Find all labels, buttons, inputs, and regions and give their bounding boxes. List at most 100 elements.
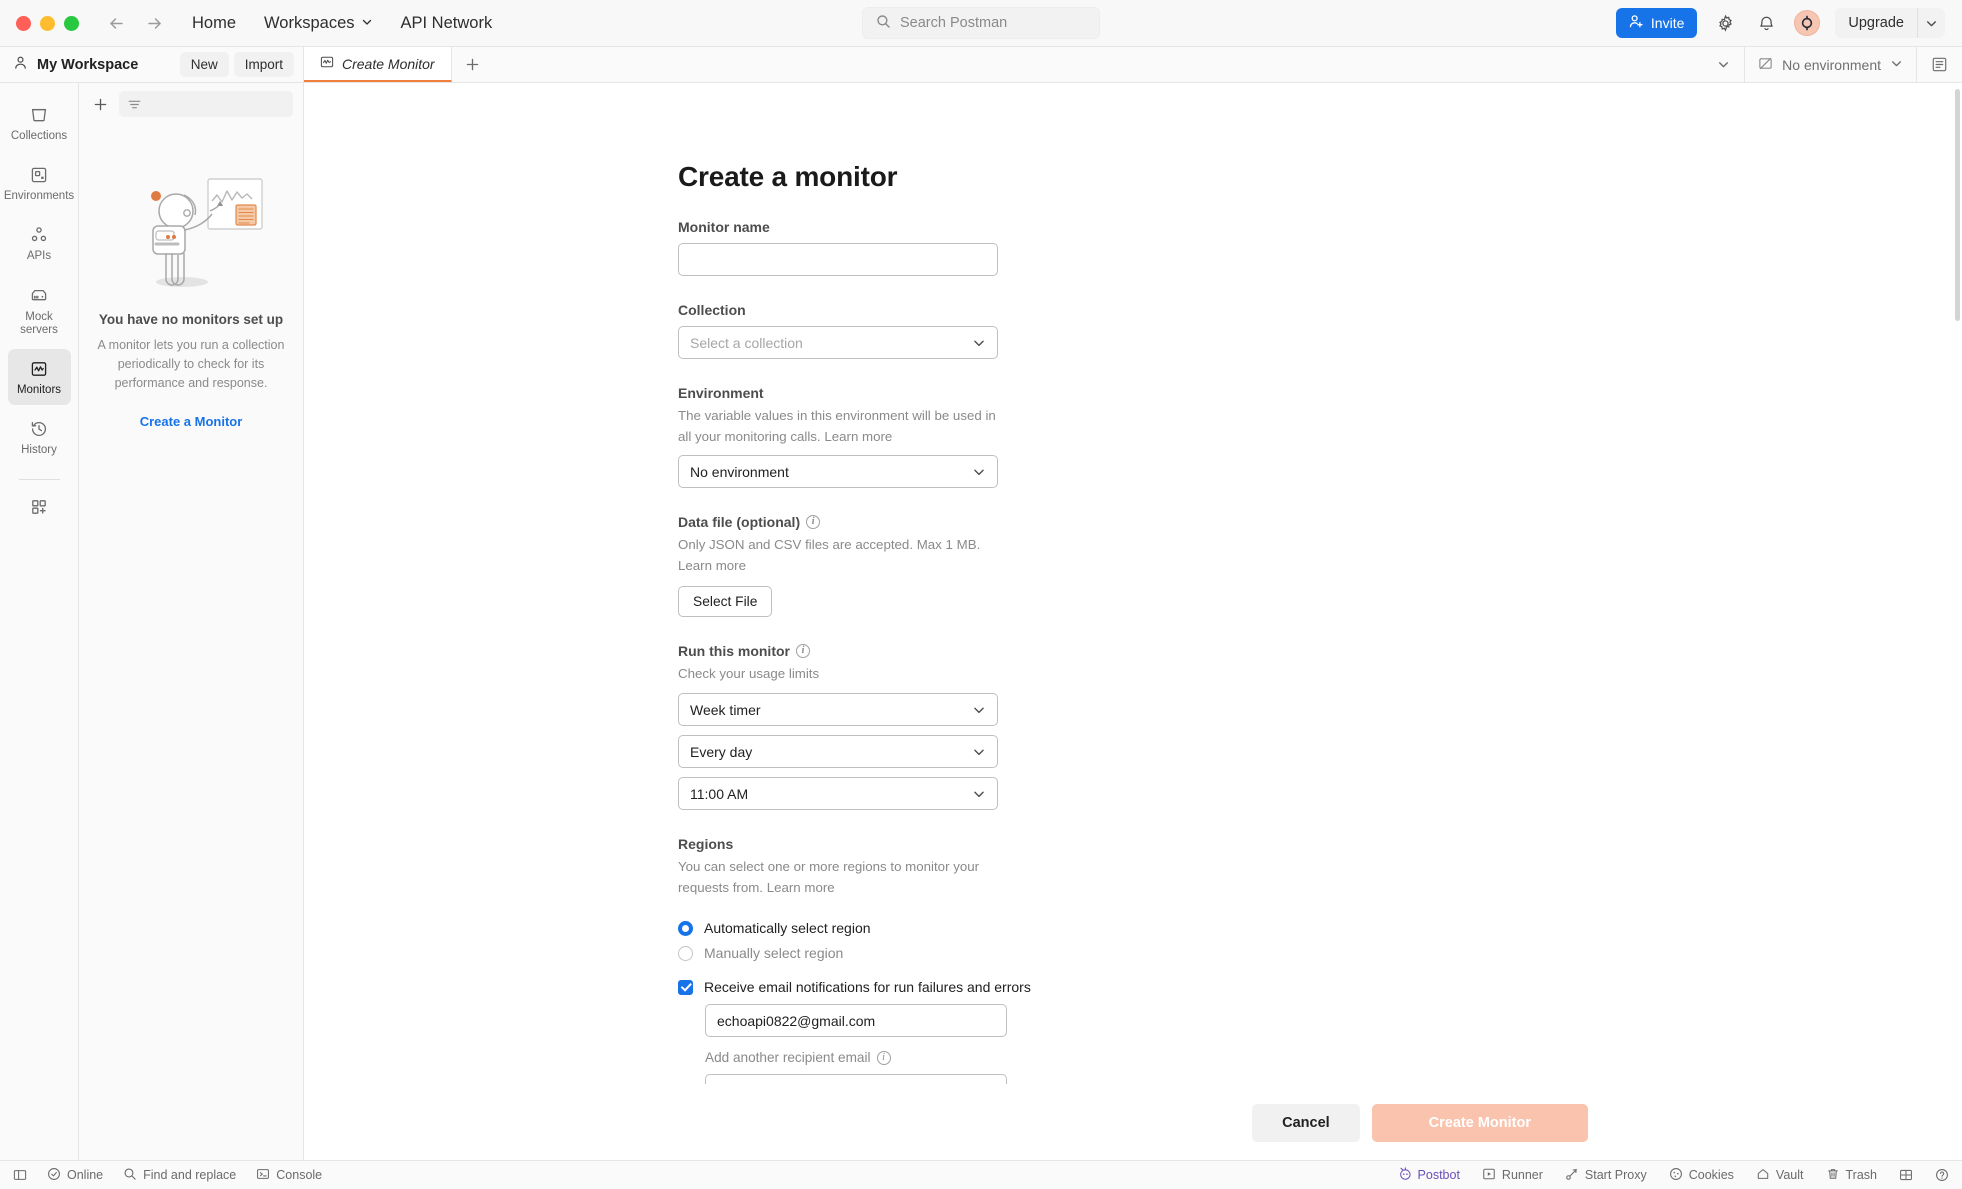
data-file-help: Only JSON and CSV files are accepted. Ma… <box>678 535 1008 576</box>
bell-icon[interactable] <box>1753 10 1779 36</box>
page-title: Create a monitor <box>678 161 898 192</box>
upgrade-button[interactable]: Upgrade <box>1835 8 1917 38</box>
region-option-manual[interactable]: Manually select region <box>678 945 1588 961</box>
regions-learn-more-link[interactable]: Learn more <box>767 880 835 895</box>
search-input[interactable]: Search Postman <box>862 7 1100 39</box>
invite-button[interactable]: Invite <box>1615 8 1698 38</box>
data-file-learn-more-link[interactable]: Learn more <box>678 558 746 573</box>
console[interactable]: Console <box>256 1167 322 1184</box>
sidebar-item-history[interactable]: History <box>8 409 71 465</box>
sidebar-toggle-icon[interactable] <box>13 1168 27 1182</box>
find-and-replace[interactable]: Find and replace <box>123 1167 236 1184</box>
environment-help: The variable values in this environment … <box>678 406 1008 447</box>
sidebar-item-apps[interactable] <box>8 488 71 526</box>
empty-state-description: A monitor lets you run a collection peri… <box>97 338 285 390</box>
tab-label: Create Monitor <box>342 55 435 72</box>
cookies-icon <box>1669 1167 1683 1184</box>
import-button[interactable]: Import <box>233 52 294 77</box>
trash[interactable]: Trash <box>1826 1167 1877 1184</box>
environment-label: No environment <box>1782 56 1881 73</box>
environment-select[interactable]: No environment <box>678 455 998 489</box>
cancel-button[interactable]: Cancel <box>1252 1104 1360 1142</box>
status-online-label: Online <box>67 1168 104 1182</box>
info-icon[interactable]: i <box>806 515 821 530</box>
run-frequency-select[interactable]: Every day <box>678 735 998 769</box>
run-monitor-label-text: Run this monitor <box>678 643 790 660</box>
regions-help: You can select one or more regions to mo… <box>678 857 1008 898</box>
email-notifications-row[interactable]: Receive email notifications for run fail… <box>678 979 1588 995</box>
run-timer-select[interactable]: Week timer <box>678 693 998 727</box>
info-icon[interactable]: i <box>796 644 810 659</box>
chevron-down-icon[interactable] <box>1917 8 1945 38</box>
sidebar-item-apis[interactable]: APIs <box>8 215 71 271</box>
monitor-name-input[interactable] <box>678 243 998 276</box>
runner[interactable]: Runner <box>1482 1167 1543 1184</box>
collection-select[interactable]: Select a collection <box>678 326 998 359</box>
create-monitor-button[interactable]: Create Monitor <box>1371 1104 1588 1142</box>
gear-icon[interactable] <box>1712 10 1738 36</box>
avatar[interactable] <box>1794 10 1821 36</box>
nav-api-network[interactable]: API Network <box>398 9 496 38</box>
start-proxy[interactable]: Start Proxy <box>1565 1167 1647 1184</box>
sidebar-item-label: Environments <box>3 190 75 203</box>
environment-quick-look-icon[interactable] <box>1916 47 1962 82</box>
help-icon[interactable] <box>1935 1168 1949 1182</box>
plus-icon[interactable] <box>89 93 111 115</box>
close-window-button[interactable] <box>16 15 31 31</box>
minimize-window-button[interactable] <box>40 15 55 31</box>
form-actions: Cancel Create Monitor <box>678 1084 1588 1160</box>
status-online[interactable]: Online <box>47 1167 103 1184</box>
region-option-auto[interactable]: Automatically select region <box>678 920 1588 936</box>
environment-selector[interactable]: No environment <box>1744 47 1916 82</box>
checkbox-email-notifications[interactable] <box>678 979 693 995</box>
email-recipient-input[interactable] <box>705 1004 1007 1038</box>
sidebar-item-environments[interactable]: Environments <box>4 155 74 211</box>
history-nav <box>105 12 165 34</box>
nav-workspaces[interactable]: Workspaces <box>261 9 375 38</box>
create-a-monitor-link[interactable]: Create a Monitor <box>140 414 243 429</box>
upgrade-control: Upgrade <box>1835 8 1945 38</box>
workspace-selector[interactable]: My Workspace New Import <box>0 47 304 82</box>
add-recipient-input[interactable] <box>705 1074 1007 1084</box>
vault[interactable]: Vault <box>1756 1167 1804 1184</box>
select-file-button[interactable]: Select File <box>678 586 773 618</box>
postbot[interactable]: Postbot <box>1398 1166 1460 1184</box>
new-tab-button[interactable] <box>452 47 494 82</box>
info-icon[interactable]: i <box>876 1050 891 1065</box>
radio-auto-select-region[interactable] <box>678 920 693 936</box>
sidebar-item-mock-servers[interactable]: Mock servers <box>8 276 71 345</box>
sidebar-divider <box>18 478 60 480</box>
apis-icon <box>29 224 49 245</box>
collection-field: Collection Select a collection <box>678 302 1588 359</box>
collection-label: Collection <box>678 302 746 318</box>
form-scroll-area: Create a monitor Monitor name Collection… <box>304 83 1962 1084</box>
app-body: Collections Environments APIs Mock serve… <box>0 83 1962 1160</box>
filter-icon[interactable] <box>119 91 293 117</box>
back-arrow-icon[interactable] <box>105 12 127 34</box>
monitors-icon <box>29 358 49 379</box>
environment-learn-more-link[interactable]: Learn more <box>824 429 892 444</box>
workspace-name: My Workspace <box>37 56 139 73</box>
top-bar-actions: Invite Upgrade <box>1615 8 1962 38</box>
no-environment-icon <box>1758 56 1773 74</box>
sidebar-item-monitors[interactable]: Monitors <box>7 349 71 406</box>
sidebar-item-label: Mock servers <box>20 310 58 336</box>
person-at-dashboard-illustration <box>116 173 266 298</box>
nav-home[interactable]: Home <box>189 9 239 38</box>
sidebar-item-collections[interactable]: Collections <box>8 95 71 151</box>
layout-icon[interactable] <box>1899 1168 1913 1182</box>
runner-label: Runner <box>1501 1168 1543 1182</box>
tab-create-monitor[interactable]: Create Monitor <box>304 47 452 82</box>
sidebar-item-label: Collections <box>10 130 68 142</box>
radio-manual-select-region[interactable] <box>678 945 693 961</box>
new-button[interactable]: New <box>179 52 229 77</box>
run-time-select[interactable]: 11:00 AM <box>678 777 998 811</box>
forward-arrow-icon[interactable] <box>143 12 165 34</box>
tab-overflow-chevron-down-icon[interactable] <box>1702 58 1744 71</box>
workspace-actions: New Import <box>179 52 303 77</box>
console-label: Console <box>276 1168 323 1182</box>
empty-state-title: You have no monitors set up <box>98 312 284 327</box>
monitors-list-pane: You have no monitors set up A monitor le… <box>79 83 304 1160</box>
cookies[interactable]: Cookies <box>1669 1167 1734 1184</box>
maximize-window-button[interactable] <box>64 15 79 31</box>
